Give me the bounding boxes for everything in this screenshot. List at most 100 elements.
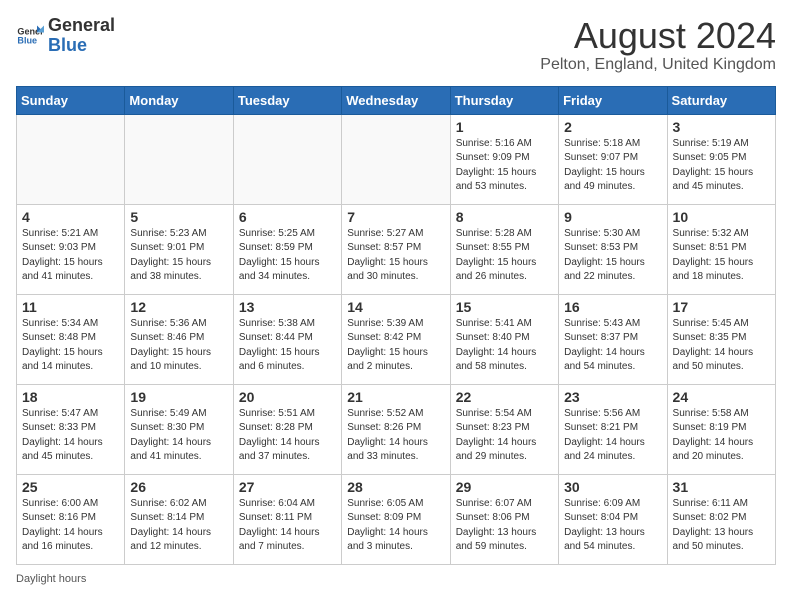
day-info: Sunrise: 6:09 AM Sunset: 8:04 PM Dayligh… (564, 497, 661, 555)
day-header-sunday: Sunday (17, 86, 125, 114)
day-info: Sunrise: 5:30 AM Sunset: 8:53 PM Dayligh… (564, 227, 661, 285)
day-number: 11 (22, 299, 119, 315)
calendar-cell: 11 Sunrise: 5:34 AM Sunset: 8:48 PM Dayli… (17, 294, 125, 384)
calendar-cell: 8 Sunrise: 5:28 AM Sunset: 8:55 PM Daylig… (450, 204, 558, 294)
day-number: 7 (347, 209, 444, 225)
calendar-cell: 24 Sunrise: 5:58 AM Sunset: 8:19 PM Dayli… (667, 384, 775, 474)
calendar-cell: 26 Sunrise: 6:02 AM Sunset: 8:14 PM Dayli… (125, 474, 233, 564)
calendar-cell: 6Sunrise: 5:25 AM Sunset: 8:59 PM Daylig… (233, 204, 341, 294)
day-header-saturday: Saturday (667, 86, 775, 114)
day-number: 25 (22, 479, 119, 495)
day-number: 23 (564, 389, 661, 405)
day-number: 26 (130, 479, 227, 495)
day-info: Sunrise: 5:19 AM Sunset: 9:05 PM Dayligh… (673, 137, 770, 195)
day-info: Sunrise: 5:43 AM Sunset: 8:37 PM Dayligh… (564, 317, 661, 375)
day-number: 20 (239, 389, 336, 405)
day-info: Sunrise: 5:39 AM Sunset: 8:42 PM Dayligh… (347, 317, 444, 375)
month-title: August 2024 (540, 16, 776, 56)
day-header-monday: Monday (125, 86, 233, 114)
day-number: 24 (673, 389, 770, 405)
daylight-hours-label: Daylight hours (16, 573, 86, 585)
day-info: Sunrise: 5:36 AM Sunset: 8:46 PM Dayligh… (130, 317, 227, 375)
calendar-cell: 9Sunrise: 5:30 AM Sunset: 8:53 PM Daylig… (559, 204, 667, 294)
day-number: 6 (239, 209, 336, 225)
day-info: Sunrise: 5:52 AM Sunset: 8:26 PM Dayligh… (347, 407, 444, 465)
calendar-cell (17, 114, 125, 204)
calendar-cell: 29 Sunrise: 6:07 AM Sunset: 8:06 PM Dayli… (450, 474, 558, 564)
day-number: 28 (347, 479, 444, 495)
day-number: 10 (673, 209, 770, 225)
day-info: Sunrise: 5:58 AM Sunset: 8:19 PM Dayligh… (673, 407, 770, 465)
day-number: 14 (347, 299, 444, 315)
day-info: Sunrise: 5:28 AM Sunset: 8:55 PM Dayligh… (456, 227, 553, 285)
day-info: Sunrise: 6:02 AM Sunset: 8:14 PM Dayligh… (130, 497, 227, 555)
day-info: Sunrise: 5:16 AM Sunset: 9:09 PM Dayligh… (456, 137, 553, 195)
calendar-cell: 7 Sunrise: 5:27 AM Sunset: 8:57 PM Daylig… (342, 204, 450, 294)
calendar-table: SundayMondayTuesdayWednesdayThursdayFrid… (16, 86, 776, 565)
day-info: Sunrise: 6:04 AM Sunset: 8:11 PM Dayligh… (239, 497, 336, 555)
calendar-cell: 19Sunrise: 5:49 AM Sunset: 8:30 PM Dayli… (125, 384, 233, 474)
header-row: SundayMondayTuesdayWednesdayThursdayFrid… (17, 86, 776, 114)
calendar-cell: 31 Sunrise: 6:11 AM Sunset: 8:02 PM Dayli… (667, 474, 775, 564)
week-row-1: 1 Sunrise: 5:16 AM Sunset: 9:09 PM Daylig… (17, 114, 776, 204)
calendar-cell: 2 Sunrise: 5:18 AM Sunset: 9:07 PM Daylig… (559, 114, 667, 204)
calendar-cell: 12 Sunrise: 5:36 AM Sunset: 8:46 PM Dayli… (125, 294, 233, 384)
day-info: Sunrise: 5:51 AM Sunset: 8:28 PM Dayligh… (239, 407, 336, 465)
calendar-cell: 20 Sunrise: 5:51 AM Sunset: 8:28 PM Dayli… (233, 384, 341, 474)
logo-blue-text: Blue (48, 35, 87, 55)
location-title: Pelton, England, United Kingdom (540, 56, 776, 74)
day-info: Sunrise: 5:27 AM Sunset: 8:57 PM Dayligh… (347, 227, 444, 285)
day-header-friday: Friday (559, 86, 667, 114)
day-info: Sunrise: 6:00 AM Sunset: 8:16 PM Dayligh… (22, 497, 119, 555)
day-number: 8 (456, 209, 553, 225)
calendar-cell: 22Sunrise: 5:54 AM Sunset: 8:23 PM Dayli… (450, 384, 558, 474)
day-number: 18 (22, 389, 119, 405)
day-info: Sunrise: 6:11 AM Sunset: 8:02 PM Dayligh… (673, 497, 770, 555)
calendar-cell: 10 Sunrise: 5:32 AM Sunset: 8:51 PM Dayli… (667, 204, 775, 294)
calendar-cell: 5Sunrise: 5:23 AM Sunset: 9:01 PM Daylig… (125, 204, 233, 294)
day-info: Sunrise: 5:49 AM Sunset: 8:30 PM Dayligh… (130, 407, 227, 465)
day-number: 2 (564, 119, 661, 135)
day-header-thursday: Thursday (450, 86, 558, 114)
logo-general-text: General (48, 15, 115, 35)
day-info: Sunrise: 5:32 AM Sunset: 8:51 PM Dayligh… (673, 227, 770, 285)
day-number: 13 (239, 299, 336, 315)
calendar-cell: 15Sunrise: 5:41 AM Sunset: 8:40 PM Dayli… (450, 294, 558, 384)
day-number: 31 (673, 479, 770, 495)
week-row-2: 4 Sunrise: 5:21 AM Sunset: 9:03 PM Daylig… (17, 204, 776, 294)
header: General Blue General Blue August 2024 Pe… (16, 16, 776, 74)
calendar-cell: 30Sunrise: 6:09 AM Sunset: 8:04 PM Dayli… (559, 474, 667, 564)
calendar-cell: 25 Sunrise: 6:00 AM Sunset: 8:16 PM Dayli… (17, 474, 125, 564)
calendar-cell: 21 Sunrise: 5:52 AM Sunset: 8:26 PM Dayli… (342, 384, 450, 474)
day-number: 15 (456, 299, 553, 315)
calendar-cell: 17 Sunrise: 5:45 AM Sunset: 8:35 PM Dayli… (667, 294, 775, 384)
calendar-cell: 23Sunrise: 5:56 AM Sunset: 8:21 PM Dayli… (559, 384, 667, 474)
calendar-cell: 28 Sunrise: 6:05 AM Sunset: 8:09 PM Dayli… (342, 474, 450, 564)
day-info: Sunrise: 5:47 AM Sunset: 8:33 PM Dayligh… (22, 407, 119, 465)
calendar-cell: 13Sunrise: 5:38 AM Sunset: 8:44 PM Dayli… (233, 294, 341, 384)
day-number: 29 (456, 479, 553, 495)
day-number: 22 (456, 389, 553, 405)
day-info: Sunrise: 5:23 AM Sunset: 9:01 PM Dayligh… (130, 227, 227, 285)
logo-icon: General Blue (16, 22, 44, 50)
calendar-cell (125, 114, 233, 204)
calendar-cell: 27Sunrise: 6:04 AM Sunset: 8:11 PM Dayli… (233, 474, 341, 564)
day-info: Sunrise: 5:45 AM Sunset: 8:35 PM Dayligh… (673, 317, 770, 375)
logo: General Blue General Blue (16, 16, 115, 56)
day-info: Sunrise: 6:07 AM Sunset: 8:06 PM Dayligh… (456, 497, 553, 555)
calendar-cell: 14 Sunrise: 5:39 AM Sunset: 8:42 PM Dayli… (342, 294, 450, 384)
day-number: 21 (347, 389, 444, 405)
day-number: 1 (456, 119, 553, 135)
day-number: 12 (130, 299, 227, 315)
week-row-4: 18 Sunrise: 5:47 AM Sunset: 8:33 PM Dayli… (17, 384, 776, 474)
day-number: 4 (22, 209, 119, 225)
day-info: Sunrise: 5:34 AM Sunset: 8:48 PM Dayligh… (22, 317, 119, 375)
day-number: 17 (673, 299, 770, 315)
day-header-wednesday: Wednesday (342, 86, 450, 114)
day-info: Sunrise: 5:21 AM Sunset: 9:03 PM Dayligh… (22, 227, 119, 285)
calendar-cell (233, 114, 341, 204)
calendar-cell (342, 114, 450, 204)
day-info: Sunrise: 5:18 AM Sunset: 9:07 PM Dayligh… (564, 137, 661, 195)
day-info: Sunrise: 6:05 AM Sunset: 8:09 PM Dayligh… (347, 497, 444, 555)
calendar-cell: 18 Sunrise: 5:47 AM Sunset: 8:33 PM Dayli… (17, 384, 125, 474)
